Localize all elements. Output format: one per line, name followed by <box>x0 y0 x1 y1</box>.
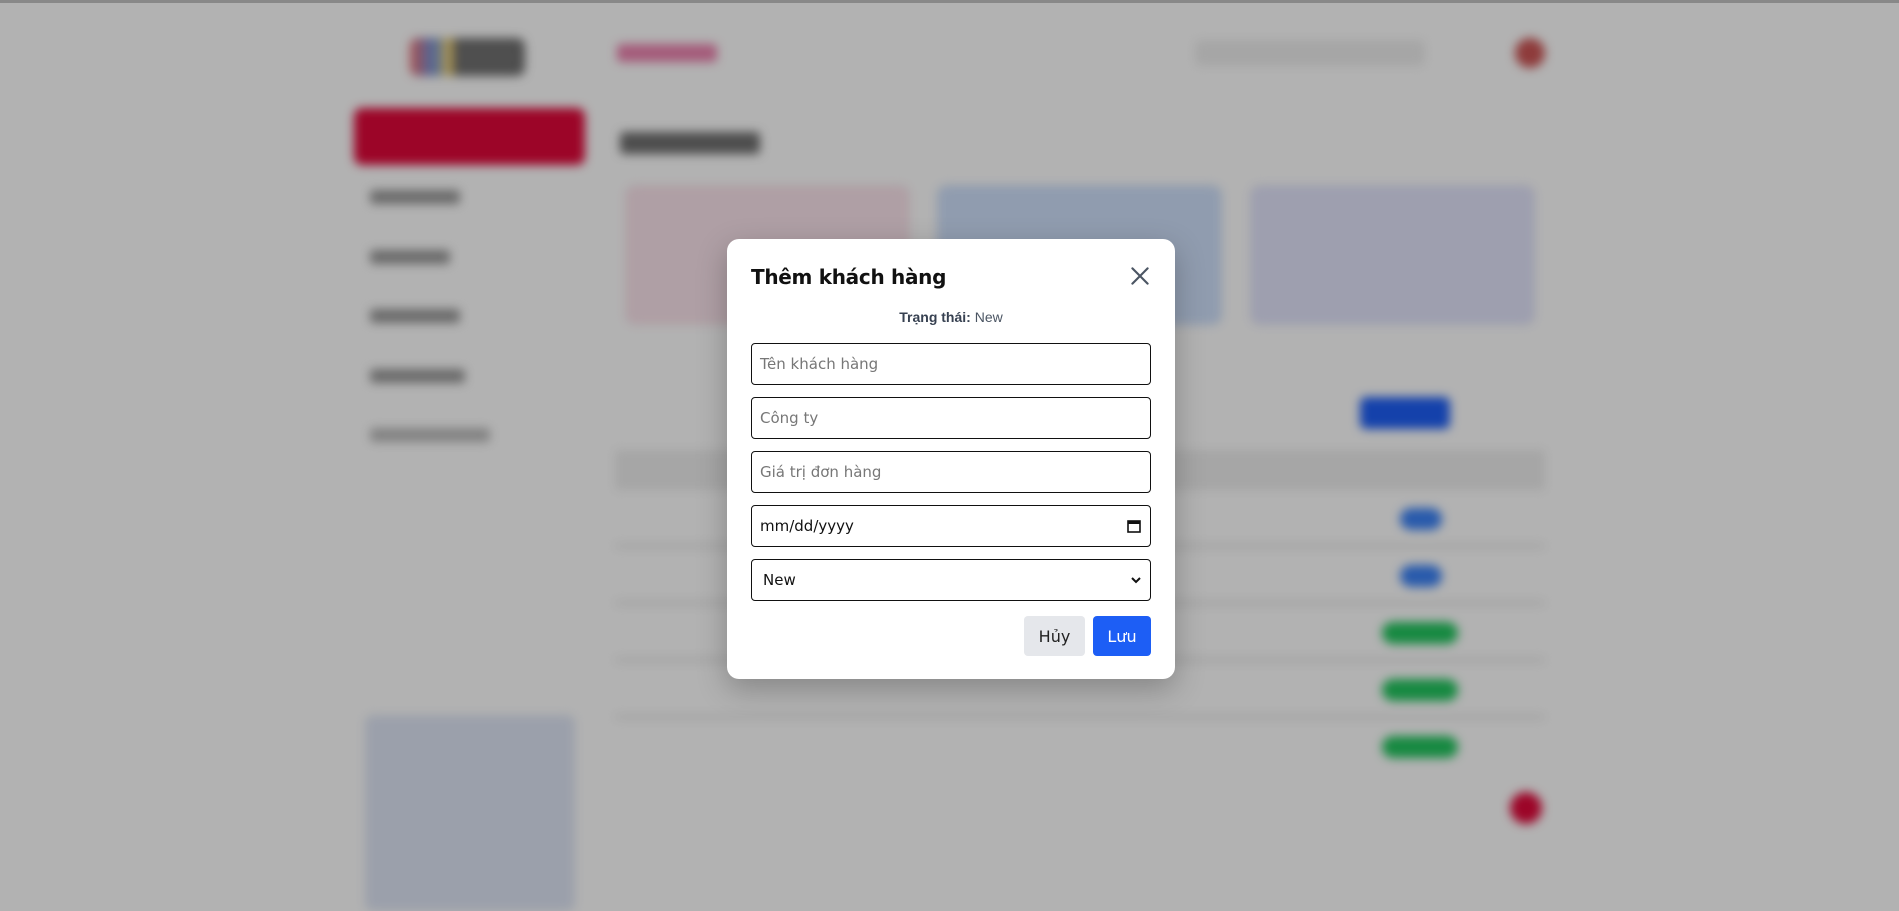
customer-name-placeholder: Tên khách hàng <box>760 355 879 373</box>
customer-name-input[interactable]: Tên khách hàng <box>751 343 1151 385</box>
chevron-down-icon <box>1131 577 1141 584</box>
save-button[interactable]: Lưu <box>1093 616 1151 656</box>
status-label: Trạng thái: <box>899 309 971 325</box>
date-input[interactable]: mm/dd/yyyy <box>751 505 1151 547</box>
date-placeholder: mm/dd/yyyy <box>760 517 854 535</box>
calendar-icon[interactable] <box>1126 518 1142 534</box>
company-placeholder: Công ty <box>760 409 819 427</box>
status-select-value: New <box>763 571 796 589</box>
add-customer-modal: Thêm khách hàng Trạng thái: New Tên khác… <box>727 239 1175 679</box>
status-value: New <box>974 309 1003 325</box>
order-value-input[interactable]: Giá trị đơn hàng <box>751 451 1151 493</box>
close-icon[interactable] <box>1127 263 1153 289</box>
status-line: Trạng thái: New <box>727 309 1175 325</box>
order-value-placeholder: Giá trị đơn hàng <box>760 463 882 481</box>
company-input[interactable]: Công ty <box>751 397 1151 439</box>
modal-title: Thêm khách hàng <box>751 265 947 289</box>
cancel-button[interactable]: Hủy <box>1024 616 1085 656</box>
status-select[interactable]: New <box>751 559 1151 601</box>
